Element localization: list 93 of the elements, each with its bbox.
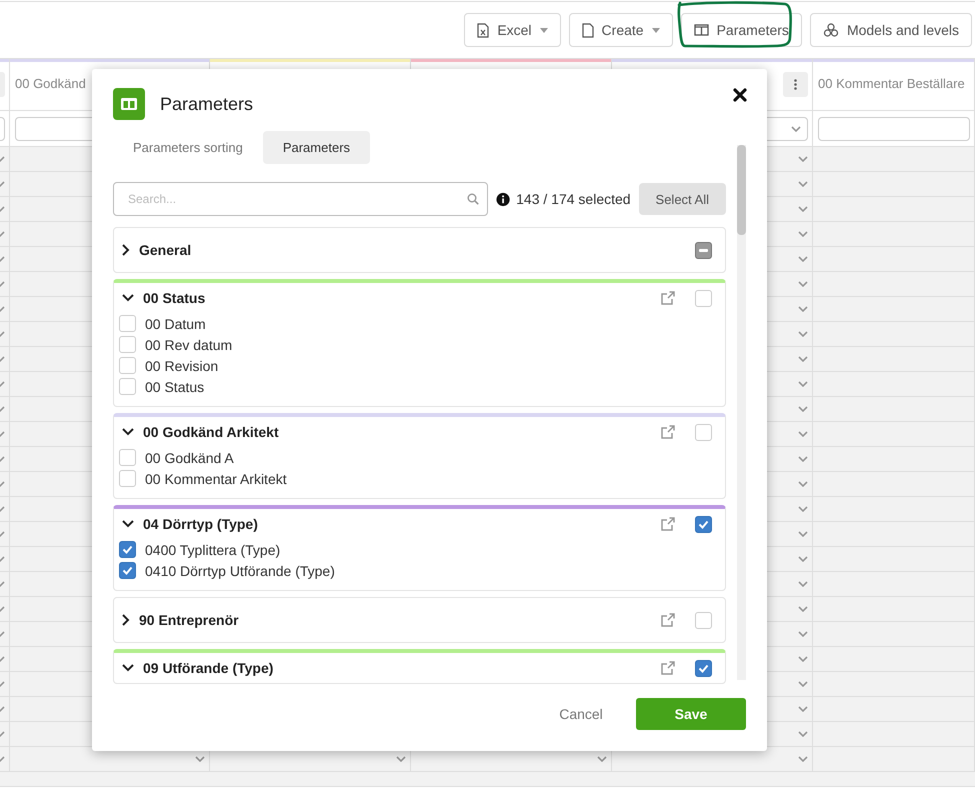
external-link-icon[interactable] bbox=[660, 290, 676, 306]
external-link-icon[interactable] bbox=[660, 612, 676, 628]
chevron-icon[interactable] bbox=[798, 481, 808, 487]
chevron-icon[interactable] bbox=[798, 256, 808, 262]
caret-icon[interactable] bbox=[652, 28, 660, 32]
chevron-icon[interactable] bbox=[798, 381, 808, 387]
checkbox[interactable] bbox=[119, 562, 136, 579]
parameter-label: 0400 Typlittera (Type) bbox=[145, 542, 280, 558]
group-title: 90 Entreprenör bbox=[139, 612, 240, 628]
chevron-icon[interactable] bbox=[798, 456, 808, 462]
chevron-icon[interactable] bbox=[798, 306, 808, 312]
chevron-icon[interactable] bbox=[798, 731, 808, 737]
toolbar-button[interactable]: Models and levels bbox=[810, 13, 972, 47]
chevron-icon[interactable] bbox=[798, 206, 808, 212]
column-menu-button[interactable] bbox=[783, 72, 808, 97]
checkbox[interactable] bbox=[695, 660, 712, 676]
chevron-icon[interactable] bbox=[798, 631, 808, 637]
parameter-label: 00 Kommentar Arkitekt bbox=[145, 470, 287, 486]
scrollbar-thumb[interactable] bbox=[737, 145, 746, 235]
parameter-label: 00 Status bbox=[145, 378, 204, 394]
scrollbar[interactable] bbox=[737, 145, 746, 680]
chevron-icon[interactable] bbox=[195, 756, 205, 762]
parameter-label: 00 Rev datum bbox=[145, 336, 232, 352]
parameter-label: 00 Datum bbox=[145, 316, 206, 332]
checkbox[interactable] bbox=[695, 516, 712, 532]
chevron-icon[interactable] bbox=[791, 126, 801, 132]
cancel-button[interactable]: Cancel bbox=[537, 698, 625, 730]
parameter-label: 00 Revision bbox=[145, 358, 218, 374]
columns-icon bbox=[694, 24, 709, 36]
chevron-icon[interactable] bbox=[798, 231, 808, 237]
kebab-icon[interactable] bbox=[794, 79, 797, 90]
external-link-icon[interactable] bbox=[660, 424, 676, 440]
chevron-icon[interactable] bbox=[798, 181, 808, 187]
info-icon bbox=[496, 192, 510, 206]
group-title: General bbox=[139, 242, 192, 258]
checkmark-icon[interactable] bbox=[122, 545, 133, 554]
chevron-icon[interactable] bbox=[798, 756, 808, 762]
chevron-icon[interactable] bbox=[798, 156, 808, 162]
group-title: 09 Utförande (Type) bbox=[143, 660, 274, 676]
chevron-down-icon[interactable] bbox=[122, 520, 134, 528]
cubes-icon bbox=[822, 23, 839, 37]
file-icon bbox=[582, 22, 594, 38]
chevron-icon[interactable] bbox=[798, 606, 808, 612]
chevron-down-icon[interactable] bbox=[122, 428, 134, 436]
selection-count: 143 / 174 selected bbox=[516, 191, 631, 207]
chevron-icon[interactable] bbox=[798, 706, 808, 712]
chevron-icon[interactable] bbox=[798, 581, 808, 587]
chevron-down-icon[interactable] bbox=[122, 664, 134, 672]
parameter-label: 0410 Dörrtyp Utförande (Type) bbox=[145, 562, 335, 578]
parameter-label: 00 Godkänd A bbox=[145, 450, 234, 466]
toolbar-button[interactable]: Excel bbox=[464, 13, 561, 47]
group-title: 04 Dörrtyp (Type) bbox=[143, 516, 259, 532]
columns-icon bbox=[113, 88, 145, 120]
tab[interactable]: Parameters bbox=[262, 131, 370, 164]
toolbar-button[interactable]: Parameters bbox=[680, 13, 802, 47]
close-button[interactable] bbox=[733, 88, 747, 102]
checkmark-icon[interactable] bbox=[698, 664, 709, 672]
chevron-right-icon[interactable] bbox=[122, 244, 130, 256]
search-field[interactable]: Search... bbox=[113, 182, 488, 216]
dialog-title: Parameters bbox=[160, 94, 254, 114]
chevron-icon[interactable] bbox=[597, 756, 607, 762]
chevron-icon[interactable] bbox=[798, 406, 808, 412]
search-icon bbox=[467, 193, 479, 205]
column-header: 00 Godkänd bbox=[15, 75, 86, 91]
checkmark-icon[interactable] bbox=[698, 520, 709, 528]
caret-icon[interactable] bbox=[540, 28, 548, 32]
chevron-down-icon[interactable] bbox=[122, 294, 134, 302]
chevron-icon[interactable] bbox=[798, 356, 808, 362]
checkmark-icon[interactable] bbox=[122, 566, 133, 575]
chevron-icon[interactable] bbox=[798, 506, 808, 512]
chevron-icon[interactable] bbox=[798, 331, 808, 337]
minus-icon[interactable] bbox=[699, 248, 708, 252]
chevron-right-icon[interactable] bbox=[122, 614, 130, 626]
chevron-icon[interactable] bbox=[798, 656, 808, 662]
column-header: 00 Kommentar Beställare bbox=[818, 75, 965, 91]
tab[interactable]: Parameters sorting bbox=[113, 131, 263, 164]
group-title: 00 Status bbox=[143, 290, 206, 306]
external-link-icon[interactable] bbox=[660, 516, 676, 532]
checkbox[interactable] bbox=[119, 541, 136, 558]
chevron-icon[interactable] bbox=[798, 556, 808, 562]
chevron-icon[interactable] bbox=[798, 681, 808, 687]
checkbox[interactable] bbox=[695, 242, 712, 258]
chevron-icon[interactable] bbox=[798, 431, 808, 437]
chevron-icon[interactable] bbox=[396, 756, 406, 762]
filter-field[interactable] bbox=[818, 117, 970, 141]
chevron-icon[interactable] bbox=[798, 531, 808, 537]
chevron-icon[interactable] bbox=[798, 281, 808, 287]
toolbar-button[interactable]: Create bbox=[568, 13, 673, 47]
external-link-icon[interactable] bbox=[660, 660, 676, 676]
horizontal-scrollbar[interactable] bbox=[0, 772, 975, 787]
group-title: 00 Godkänd Arkitekt bbox=[143, 424, 280, 440]
spreadsheet-file-icon bbox=[477, 22, 490, 38]
select-all-button[interactable]: Select All bbox=[638, 183, 726, 215]
